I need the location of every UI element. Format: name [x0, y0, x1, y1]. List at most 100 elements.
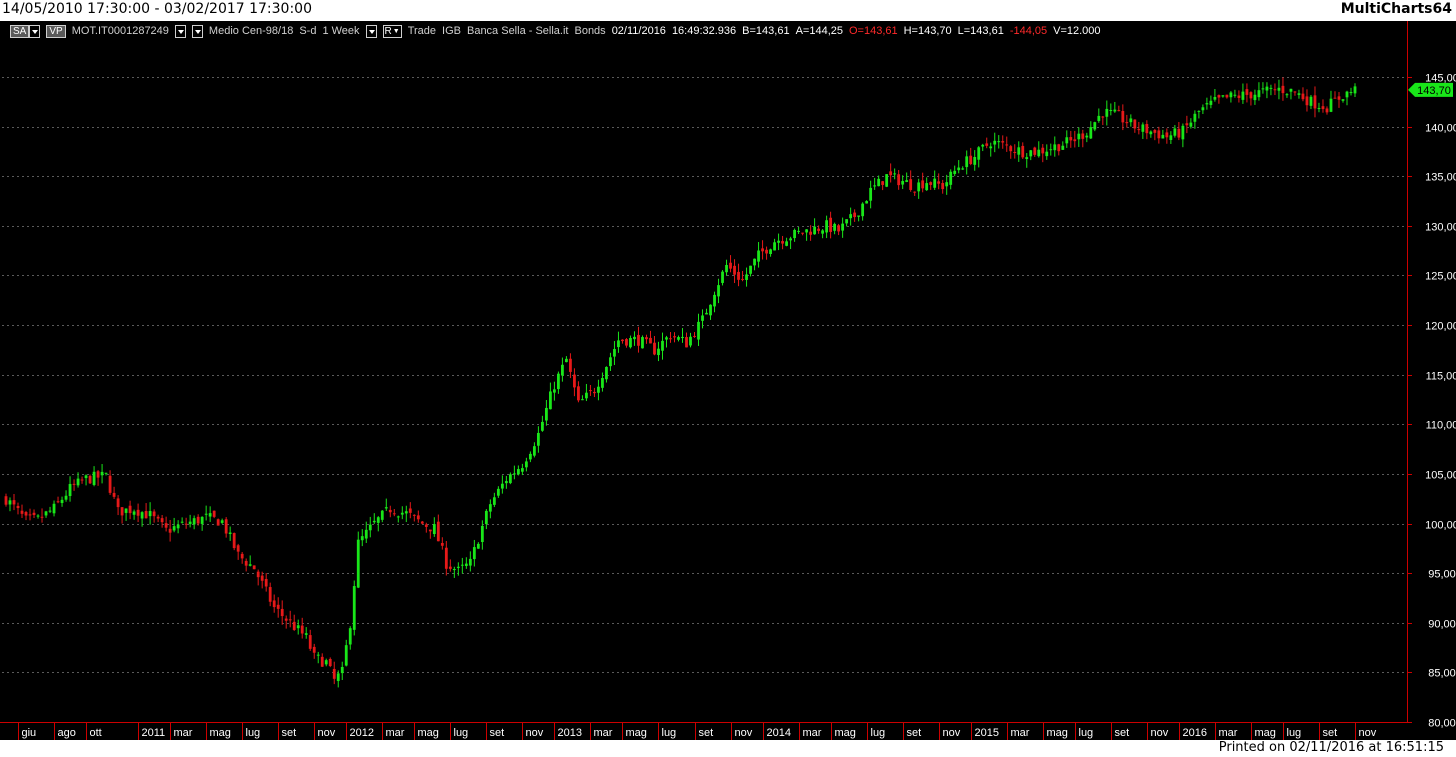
chart-panel[interactable]: 145,00 140,00 135,00 130,00 125,00 120,00 115,… — [0, 21, 1456, 740]
candle-body — [164, 523, 168, 528]
candle-body — [228, 532, 232, 534]
candle-body — [1329, 98, 1333, 112]
candle-body — [168, 528, 172, 533]
candle-body — [188, 521, 192, 525]
candle-body — [296, 625, 300, 629]
candle-body — [621, 339, 624, 342]
vp-button[interactable]: VP — [46, 24, 66, 38]
candle-body — [1257, 90, 1261, 98]
candle-body — [360, 536, 364, 541]
sa-button[interactable]: SA — [10, 24, 30, 38]
candle-body — [553, 389, 556, 393]
candle-body — [500, 483, 504, 489]
candle-body — [1277, 87, 1281, 91]
candle-body — [673, 336, 676, 338]
candle-body — [136, 509, 140, 516]
candle-body — [909, 179, 913, 190]
candle-body — [1073, 139, 1077, 142]
candle-body — [557, 373, 560, 390]
candle-body — [424, 524, 428, 527]
candle-body — [392, 513, 396, 515]
x-tick-label: set — [282, 727, 297, 739]
y-tick-label: 110,00 — [1426, 420, 1456, 432]
candle-body — [1237, 95, 1241, 98]
candle-body — [1313, 95, 1317, 109]
candle-body — [144, 511, 148, 519]
candle-body — [1353, 86, 1357, 94]
symbol-dropdown-icon[interactable] — [174, 24, 186, 38]
candle-body — [585, 392, 588, 399]
r-button[interactable]: R ▼ — [382, 24, 402, 38]
open-label: O=143,61 — [848, 25, 898, 37]
candle-body — [981, 144, 985, 147]
candle-body — [92, 471, 96, 485]
candle-body — [344, 645, 348, 666]
printed-timestamp: Printed on 02/11/2016 at 16:51:15 — [1218, 740, 1444, 755]
candle-body — [468, 558, 472, 566]
candle-body — [456, 566, 460, 568]
x-tick-label: set — [1323, 727, 1338, 739]
candle-body — [549, 391, 552, 410]
candle-body — [1125, 122, 1129, 124]
candle-body — [348, 628, 352, 645]
candle-body — [176, 524, 180, 529]
low-label: L=143,61 — [957, 25, 1004, 37]
candle-body — [480, 525, 484, 543]
interval-label: 1 Week — [322, 25, 360, 37]
candle-body — [1289, 88, 1293, 92]
candle-body — [1069, 137, 1073, 141]
candle-body — [609, 357, 612, 367]
candle-body — [140, 512, 144, 519]
candle-body — [1261, 88, 1265, 90]
x-tick-label: 2014 — [767, 727, 791, 739]
candle-body — [448, 566, 452, 569]
candle-body — [657, 348, 660, 356]
candle-body — [937, 181, 941, 184]
candle-body — [272, 600, 276, 608]
candle-body — [464, 563, 468, 566]
candle-body — [1281, 85, 1285, 94]
x-tick-label: set — [490, 727, 505, 739]
candle-body — [717, 285, 720, 297]
sa-dropdown-icon[interactable] — [29, 24, 41, 38]
candle-body — [64, 495, 68, 500]
candle-body — [665, 337, 668, 340]
candle-body — [573, 374, 576, 388]
candle-body — [372, 520, 376, 523]
candle-body — [320, 656, 324, 667]
candle-body — [1021, 145, 1025, 158]
candle-body — [376, 517, 380, 523]
candle-body — [933, 178, 937, 188]
x-tick-label: 2016 — [1183, 727, 1207, 739]
x-tick-label: nov — [318, 727, 336, 739]
candle-body — [324, 660, 328, 665]
candle-body — [252, 565, 256, 570]
candle-body — [244, 560, 248, 566]
candle-body — [8, 500, 12, 505]
x-tick-label: 2011 — [142, 727, 166, 739]
candle-body — [925, 183, 929, 191]
candle-body — [132, 511, 136, 515]
candle-body — [496, 488, 500, 496]
candle-body — [492, 497, 496, 505]
candle-body — [380, 510, 384, 520]
candle-body — [845, 219, 849, 224]
x-tick-label: mar — [386, 727, 405, 739]
chart-toolbar: SA VP MOT.IT0001287249 Medio Cen-98/18 S… — [10, 24, 1101, 38]
candle-body — [737, 271, 740, 280]
candle-body — [1141, 124, 1145, 132]
interval-dropdown-icon[interactable] — [365, 24, 377, 38]
candle-body — [408, 508, 412, 513]
candle-body — [532, 446, 536, 456]
last-price-label: 143,70 — [1417, 85, 1451, 97]
candle-body — [561, 364, 564, 376]
candle-body — [813, 226, 817, 235]
candle-body — [761, 248, 764, 252]
candle-body — [316, 654, 320, 656]
description-dropdown-icon[interactable] — [191, 24, 203, 38]
candle-body — [148, 511, 152, 517]
candle-body — [1305, 96, 1309, 106]
price-chart[interactable]: 145,00 140,00 135,00 130,00 125,00 120,00 115,… — [0, 21, 1456, 740]
date-range-title: 14/05/2010 17:30:00 - 03/02/2017 17:30:0… — [2, 1, 312, 17]
y-tick-label: 145,00 — [1425, 73, 1456, 85]
